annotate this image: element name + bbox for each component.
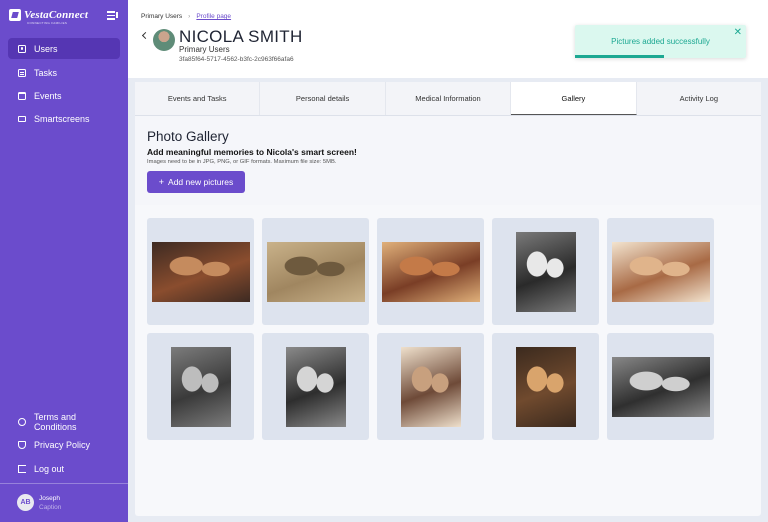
logo-icon xyxy=(9,9,21,21)
close-icon[interactable]: ✕ xyxy=(734,27,742,38)
photo-tile[interactable] xyxy=(262,218,369,325)
photo-thumbnail xyxy=(266,241,365,302)
profile-id: 3fa85f64-5717-4562-b3fc-2c963f66afa6 xyxy=(179,56,294,63)
tab-medical-information[interactable]: Medical Information xyxy=(386,82,512,115)
breadcrumb-root[interactable]: Primary Users xyxy=(141,13,182,20)
list-icon xyxy=(18,68,26,77)
photo-tile[interactable] xyxy=(377,218,484,325)
logo-subtitle: CONNECTING FAMILIES xyxy=(27,21,68,25)
back-arrow-icon[interactable] xyxy=(141,31,150,40)
profile-card: Events and Tasks Personal details Medica… xyxy=(135,82,761,516)
plus-icon: + xyxy=(158,177,165,187)
sidebar-item-privacy[interactable]: Privacy Policy xyxy=(8,434,120,455)
photo-tile[interactable] xyxy=(147,333,254,440)
add-pictures-button[interactable]: + Add new pictures xyxy=(147,171,245,193)
gallery-subtitle: Add meaningful memories to Nicola's smar… xyxy=(147,147,357,157)
user-role: Caption xyxy=(39,504,62,511)
avatar[interactable]: AB xyxy=(17,494,34,511)
photo-thumbnail xyxy=(515,231,576,312)
photo-thumbnail xyxy=(400,346,461,427)
monitor-icon xyxy=(18,115,26,122)
photo-thumbnail xyxy=(151,241,250,302)
breadcrumb-current[interactable]: Profile page xyxy=(196,13,231,20)
sidebar-item-label: Smartscreens xyxy=(34,113,90,124)
profile-role: Primary Users xyxy=(179,45,230,54)
page-title: NICOLA SMITH xyxy=(179,27,303,46)
success-toast: Pictures added successfully ✕ xyxy=(575,25,746,58)
sidebar-item-label: Terms and Conditions xyxy=(33,411,77,432)
sidebar-item-terms[interactable]: Terms and Conditions xyxy=(8,411,120,432)
calendar-icon xyxy=(18,91,26,100)
photo-tile[interactable] xyxy=(262,333,369,440)
photo-thumbnail xyxy=(611,241,710,302)
photo-thumbnail xyxy=(611,356,710,417)
photo-thumbnail xyxy=(285,346,346,427)
gallery-hint: Images need to be in JPG, PNG, or GIF fo… xyxy=(147,159,337,165)
photo-tile[interactable] xyxy=(377,333,484,440)
shield-icon xyxy=(18,440,26,449)
sidebar-item-logout[interactable]: Log out xyxy=(8,458,120,479)
sidebar-item-label: Privacy Policy xyxy=(34,439,91,450)
user-name: Joseph xyxy=(39,495,60,502)
sidebar-item-label: Users xyxy=(34,43,58,54)
breadcrumb: Primary Users › Profile page xyxy=(141,13,231,20)
gallery-title: Photo Gallery xyxy=(147,129,229,144)
tab-gallery[interactable]: Gallery xyxy=(511,82,637,115)
logo[interactable]: VestaConnect xyxy=(9,8,88,22)
sidebar-divider xyxy=(0,483,128,484)
photo-thumbnail xyxy=(515,346,576,427)
collapse-menu-icon[interactable] xyxy=(107,10,119,20)
sidebar-item-events[interactable]: Events xyxy=(8,85,120,106)
add-pictures-label: Add new pictures xyxy=(168,177,234,187)
toast-message: Pictures added successfully xyxy=(611,37,710,46)
page-header: Primary Users › Profile page NICOLA SMIT… xyxy=(128,0,768,78)
sidebar: VestaConnect CONNECTING FAMILIES Users T… xyxy=(0,0,128,522)
user-icon xyxy=(18,44,26,53)
sidebar-item-label: Log out xyxy=(34,463,65,474)
photo-tile[interactable] xyxy=(607,333,714,440)
logo-text: VestaConnect xyxy=(24,9,89,21)
photo-tile[interactable] xyxy=(607,218,714,325)
profile-avatar xyxy=(153,29,175,51)
sidebar-item-label: Events xyxy=(34,90,62,101)
sidebar-item-smartscreens[interactable]: Smartscreens xyxy=(8,108,120,129)
sidebar-item-label: Tasks xyxy=(34,67,58,78)
photo-tile[interactable] xyxy=(147,218,254,325)
toast-progress-bar xyxy=(575,55,664,58)
logout-icon xyxy=(18,464,26,473)
tab-activity-log[interactable]: Activity Log xyxy=(637,82,761,115)
photo-thumbnail xyxy=(170,346,231,427)
chevron-right-icon: › xyxy=(188,13,191,20)
tab-bar: Events and Tasks Personal details Medica… xyxy=(135,82,761,116)
tab-events-and-tasks[interactable]: Events and Tasks xyxy=(135,82,261,115)
sidebar-item-users[interactable]: Users xyxy=(8,38,120,59)
gallery-header: Photo Gallery Add meaningful memories to… xyxy=(135,116,761,205)
sidebar-item-tasks[interactable]: Tasks xyxy=(8,62,120,83)
photo-tile[interactable] xyxy=(492,218,599,325)
photo-tile[interactable] xyxy=(492,333,599,440)
info-icon xyxy=(18,417,26,426)
tab-personal-details[interactable]: Personal details xyxy=(260,82,386,115)
photo-thumbnail xyxy=(381,241,480,302)
